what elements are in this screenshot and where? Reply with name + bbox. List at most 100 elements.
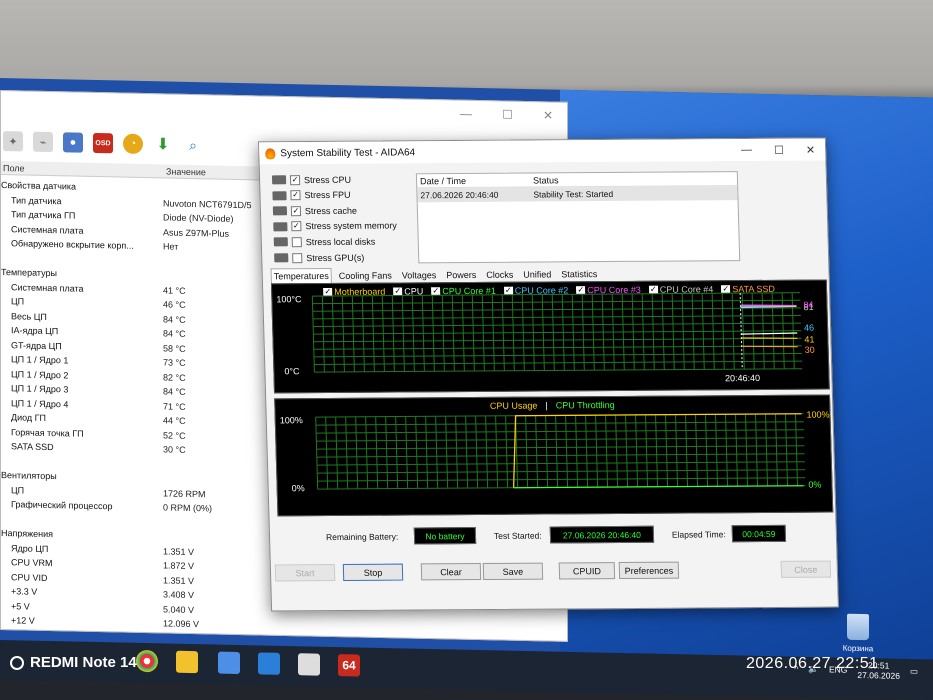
download-arrow-icon[interactable]: ⬇ [153,134,173,155]
start-button[interactable]: Start [274,564,336,582]
sensor-value: 1726 RPM [163,487,206,499]
aida-titlebar: System Stability Test - AIDA64 — ☐ ✕ [259,138,826,165]
right-value-label: 41 [804,334,814,344]
maximize-icon[interactable]: ☐ [502,108,513,126]
stress-option[interactable]: ✓ Stress system memory [273,218,413,234]
sensor-name: Горячая точка ГП [11,426,84,439]
sensor-name: CPU VID [11,571,48,583]
sensor-name: ЦП 1 / Ядро 3 [11,383,69,395]
stress-option[interactable]: Stress local disks [273,234,414,250]
stress-option[interactable]: ✓ Stress cache [272,203,413,219]
stop-button[interactable]: Stop [342,563,404,581]
tab-unified[interactable]: Unified [520,266,554,282]
sensor-value: 52 °C [163,429,186,441]
sensor-name: Тип датчика [11,194,62,206]
stress-checkbox[interactable]: ✓ [290,190,301,201]
log-row[interactable]: 27.06.2026 20:46:40 Stability Test: Star… [417,186,738,203]
sensor-value: 84 °C [163,328,186,339]
clear-button[interactable]: Clear [420,563,482,581]
tab-statistics[interactable]: Statistics [558,266,600,282]
temperature-graph: ✓ Motherboard ✓ CPU ✓ CPU Core #1 ✓ CPU Core #2… [270,279,830,394]
mail-icon[interactable] [258,652,280,675]
col-field[interactable]: Поле [3,163,25,173]
osd-icon[interactable]: OSD [93,132,113,154]
stress-checkbox[interactable] [291,237,302,248]
minimize-icon[interactable]: — [460,107,472,125]
sensor-window-titlebar: — ☐ ✕ [1,91,567,133]
stress-checkbox[interactable]: ✓ [291,221,302,232]
stress-checkbox[interactable]: ✓ [290,205,302,216]
sensor-value: Asus Z97M-Plus [163,226,230,239]
tab-voltages[interactable]: Voltages [399,267,440,283]
aida-flame-icon [265,147,276,159]
log-col-date[interactable]: Date / Time [420,176,466,186]
tab-cooling-fans[interactable]: Cooling Fans [336,267,395,283]
users-icon[interactable]: ● [63,132,83,153]
elapsed-time-value: 00:04:59 [731,524,787,543]
close-button[interactable]: Close [780,560,832,578]
sensor-name: Температуры [1,267,57,279]
stress-checkbox[interactable] [292,252,303,263]
sensor-name: Свойства датчика [1,180,77,192]
sensor-name: ЦП [11,296,25,307]
stress-option[interactable]: ✓ Stress CPU [271,171,412,187]
sensor-value: 71 °C [163,400,186,412]
cpuid-button[interactable]: CPUID [558,562,616,580]
stress-label: Stress CPU [303,174,352,185]
chip-icon[interactable]: ⌁ [33,131,53,153]
device-icon [272,190,287,200]
stress-label: Stress cache [304,205,358,216]
stress-label: Stress local disks [305,236,376,248]
search-icon[interactable]: ⌕ [183,134,203,156]
elapsed-time-label: Elapsed Time: [671,529,726,540]
notification-icon[interactable]: ▭ [910,666,918,677]
stress-checkbox[interactable]: ✓ [289,174,301,185]
sensor-value: 58 °C [163,342,186,354]
series-line-cpu-core-3 [740,304,797,307]
sensor-value: 73 °C [163,357,186,368]
sensor-name: CPU VRM [11,557,53,569]
minimize-icon[interactable]: — [741,143,752,156]
recycle-bin-label: Корзина [842,643,874,654]
maximize-icon[interactable]: ☐ [774,143,784,156]
sensor-name: Тип датчика ГП [11,209,76,221]
recycle-bin[interactable]: Корзина [840,613,876,654]
sensor-toolbar: ✦ ⌁ ● OSD ◔ ⬇ ⌕ [3,131,203,156]
recycle-bin-icon [847,613,869,641]
stress-option[interactable]: Stress GPU(s) [274,249,414,265]
sensor-value: Nuvoton NCT6791D/5 [163,197,252,210]
series-line-motherboard [741,337,798,339]
gauge-icon[interactable]: ◔ [123,133,143,154]
stress-label: Stress system memory [305,220,397,232]
sensor-name: ЦП 1 / Ядро 1 [11,354,69,366]
log-date: 27.06.2026 20:46:40 [420,189,499,201]
log-col-status[interactable]: Status [533,175,559,185]
stress-option[interactable]: ✓ Stress FPU [272,187,412,203]
save-button[interactable]: Save [482,562,544,581]
store-icon[interactable] [218,651,240,675]
col-value[interactable]: Значение [166,166,206,177]
tab-clocks[interactable]: Clocks [483,267,516,283]
sensor-value: 44 °C [163,415,186,426]
sensor-name: GT-ядра ЦП [11,339,62,351]
temperature-plot: 100°C0°C20:46:408184414630 [276,292,815,383]
wrench-icon[interactable]: ✦ [3,131,23,152]
sensor-name: Системная плата [11,223,84,236]
tab-powers[interactable]: Powers [443,267,479,283]
tab-temperatures[interactable]: Temperatures [270,267,332,285]
aida-title: System Stability Test - AIDA64 [280,146,416,159]
sensor-name: ЦП [11,484,25,496]
right-max-label: 100% [806,410,829,420]
sensor-name: Напряжения [1,528,54,540]
preferences-button[interactable]: Preferences [618,561,680,580]
sensor-name: Весь ЦП [11,310,47,322]
y-min-label: 0% [292,483,305,493]
app-icon[interactable] [298,653,320,676]
close-icon[interactable]: ✕ [543,108,553,126]
chrome-icon[interactable] [136,649,158,673]
file-explorer-icon[interactable] [176,650,198,674]
right-value-label: 46 [804,323,814,333]
sensor-value: 1.351 V [163,545,195,557]
close-icon[interactable]: ✕ [806,143,816,156]
aida64-taskbar-icon[interactable]: 64 [338,654,360,677]
